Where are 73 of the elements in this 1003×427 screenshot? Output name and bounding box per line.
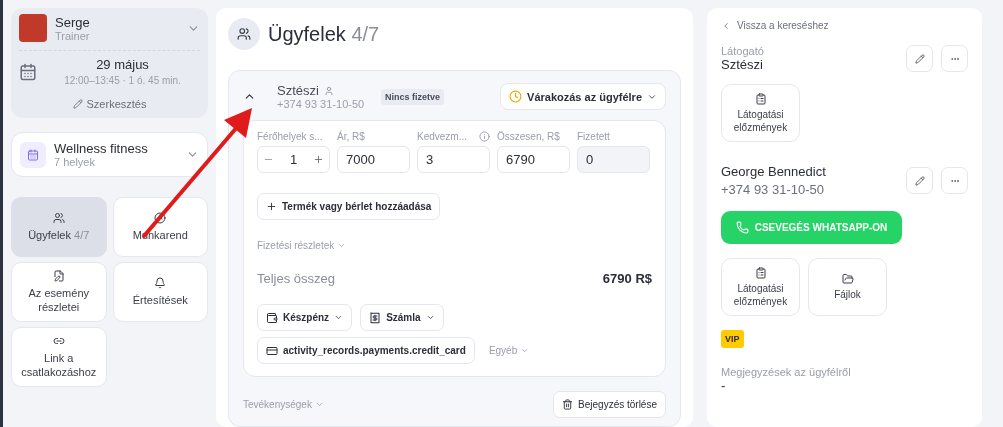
clock-icon bbox=[154, 211, 167, 224]
visitor-label: Látogató bbox=[721, 45, 765, 57]
bell-icon bbox=[154, 276, 167, 289]
calendar-icon bbox=[19, 62, 37, 81]
field-label: Összesen, R$ bbox=[497, 131, 561, 142]
payment-status-badge: Nincs fizetve bbox=[381, 88, 445, 105]
quantity-stepper[interactable]: 1 bbox=[257, 146, 330, 173]
action-tile[interactable]: Látogatási előzmények bbox=[721, 258, 800, 316]
back-link[interactable]: Vissza a kereséshez bbox=[721, 20, 968, 31]
notes-value: - bbox=[721, 378, 727, 393]
trainer-role: Trainer bbox=[55, 29, 91, 42]
trainer-name: Serge bbox=[55, 14, 91, 30]
nav-tile[interactable]: Az esemény részletei bbox=[11, 262, 107, 322]
plus-icon[interactable] bbox=[313, 154, 324, 165]
receipt-icon bbox=[369, 311, 382, 324]
client-phone: +374 93 31-10-50 bbox=[277, 98, 366, 110]
delete-entry-button[interactable]: Bejegyzés törlése bbox=[553, 391, 666, 418]
chevron-down-icon bbox=[314, 400, 324, 409]
card-icon bbox=[266, 344, 278, 357]
action-tile[interactable]: Fájlok bbox=[808, 258, 887, 316]
total-label: Teljes összeg bbox=[257, 271, 336, 286]
field-label: Férőhelyek s... bbox=[257, 131, 324, 142]
folder-icon bbox=[841, 273, 854, 285]
note-edit-icon bbox=[52, 269, 65, 282]
notes-label: Megjegyzések az ügyfélről bbox=[721, 366, 852, 378]
panel-title: Ügyfelek 4/7 bbox=[268, 22, 380, 46]
contact-name: George Bennedict bbox=[721, 164, 827, 179]
people-icon bbox=[52, 211, 65, 224]
avatar-photo-placeholder bbox=[19, 14, 47, 42]
add-product-button[interactable]: Termék vagy bérlet hozzáadása bbox=[257, 193, 441, 220]
edit-button[interactable] bbox=[906, 45, 933, 72]
list-icon bbox=[754, 266, 767, 279]
nav-tile[interactable]: Link a csatlakozáshoz bbox=[11, 327, 107, 387]
field-label: Kedvezm... bbox=[417, 131, 490, 142]
edit-button[interactable]: Szerkesztés bbox=[72, 98, 147, 110]
pencil-icon bbox=[72, 99, 83, 109]
chevron-left-icon bbox=[721, 20, 731, 31]
chat-phone-icon bbox=[735, 221, 749, 234]
chevron-down-icon bbox=[425, 313, 435, 322]
plus-icon bbox=[266, 201, 277, 212]
input-field[interactable]: 3 bbox=[417, 146, 490, 173]
edit-button[interactable] bbox=[906, 167, 933, 194]
person-icon bbox=[323, 85, 334, 96]
trash-icon bbox=[562, 399, 574, 410]
location-select[interactable]: Wellness fitness 7 helyek bbox=[11, 132, 208, 177]
payment-method-button[interactable]: activity_records.payments.credit_card bbox=[257, 337, 475, 364]
event-time: 12:00–13:45 · 1 ó. 45 min. bbox=[63, 75, 182, 86]
chevron-down-icon bbox=[337, 241, 347, 250]
calendar-icon bbox=[20, 141, 46, 168]
pencil-icon bbox=[914, 53, 925, 64]
input-field[interactable]: 6790 bbox=[497, 146, 570, 173]
input-field[interactable]: 7000 bbox=[337, 146, 410, 173]
chevron-down-icon bbox=[334, 313, 344, 322]
field-label: Ár, R$ bbox=[337, 131, 366, 142]
vip-tag: VIP bbox=[721, 330, 744, 348]
action-tile[interactable]: Látogatási előzmények bbox=[721, 84, 800, 142]
total-amount: 6790 R$ bbox=[602, 271, 652, 286]
nav-tile[interactable]: Ügyfelek 4/7 bbox=[11, 197, 107, 257]
client-name: Sztészi bbox=[277, 83, 319, 98]
chevron-down-icon bbox=[520, 346, 530, 355]
people-icon bbox=[228, 18, 260, 50]
contact-phone: +374 93 31-10-50 bbox=[721, 182, 825, 197]
field-label: Fizetett bbox=[577, 131, 611, 142]
status-select[interactable]: Várakozás az ügyfélre bbox=[500, 83, 666, 110]
payment-method-button[interactable]: Készpénz bbox=[257, 304, 353, 331]
pencil-icon bbox=[914, 175, 925, 186]
clock-icon bbox=[509, 90, 523, 103]
nav-tile[interactable]: Értesítések bbox=[112, 262, 208, 322]
wallet-icon bbox=[266, 311, 278, 324]
visitor-name: Sztészi bbox=[721, 57, 764, 72]
list-icon bbox=[754, 92, 767, 105]
event-date: 29 május bbox=[95, 57, 150, 72]
payment-method-button[interactable]: Számla bbox=[360, 304, 444, 331]
